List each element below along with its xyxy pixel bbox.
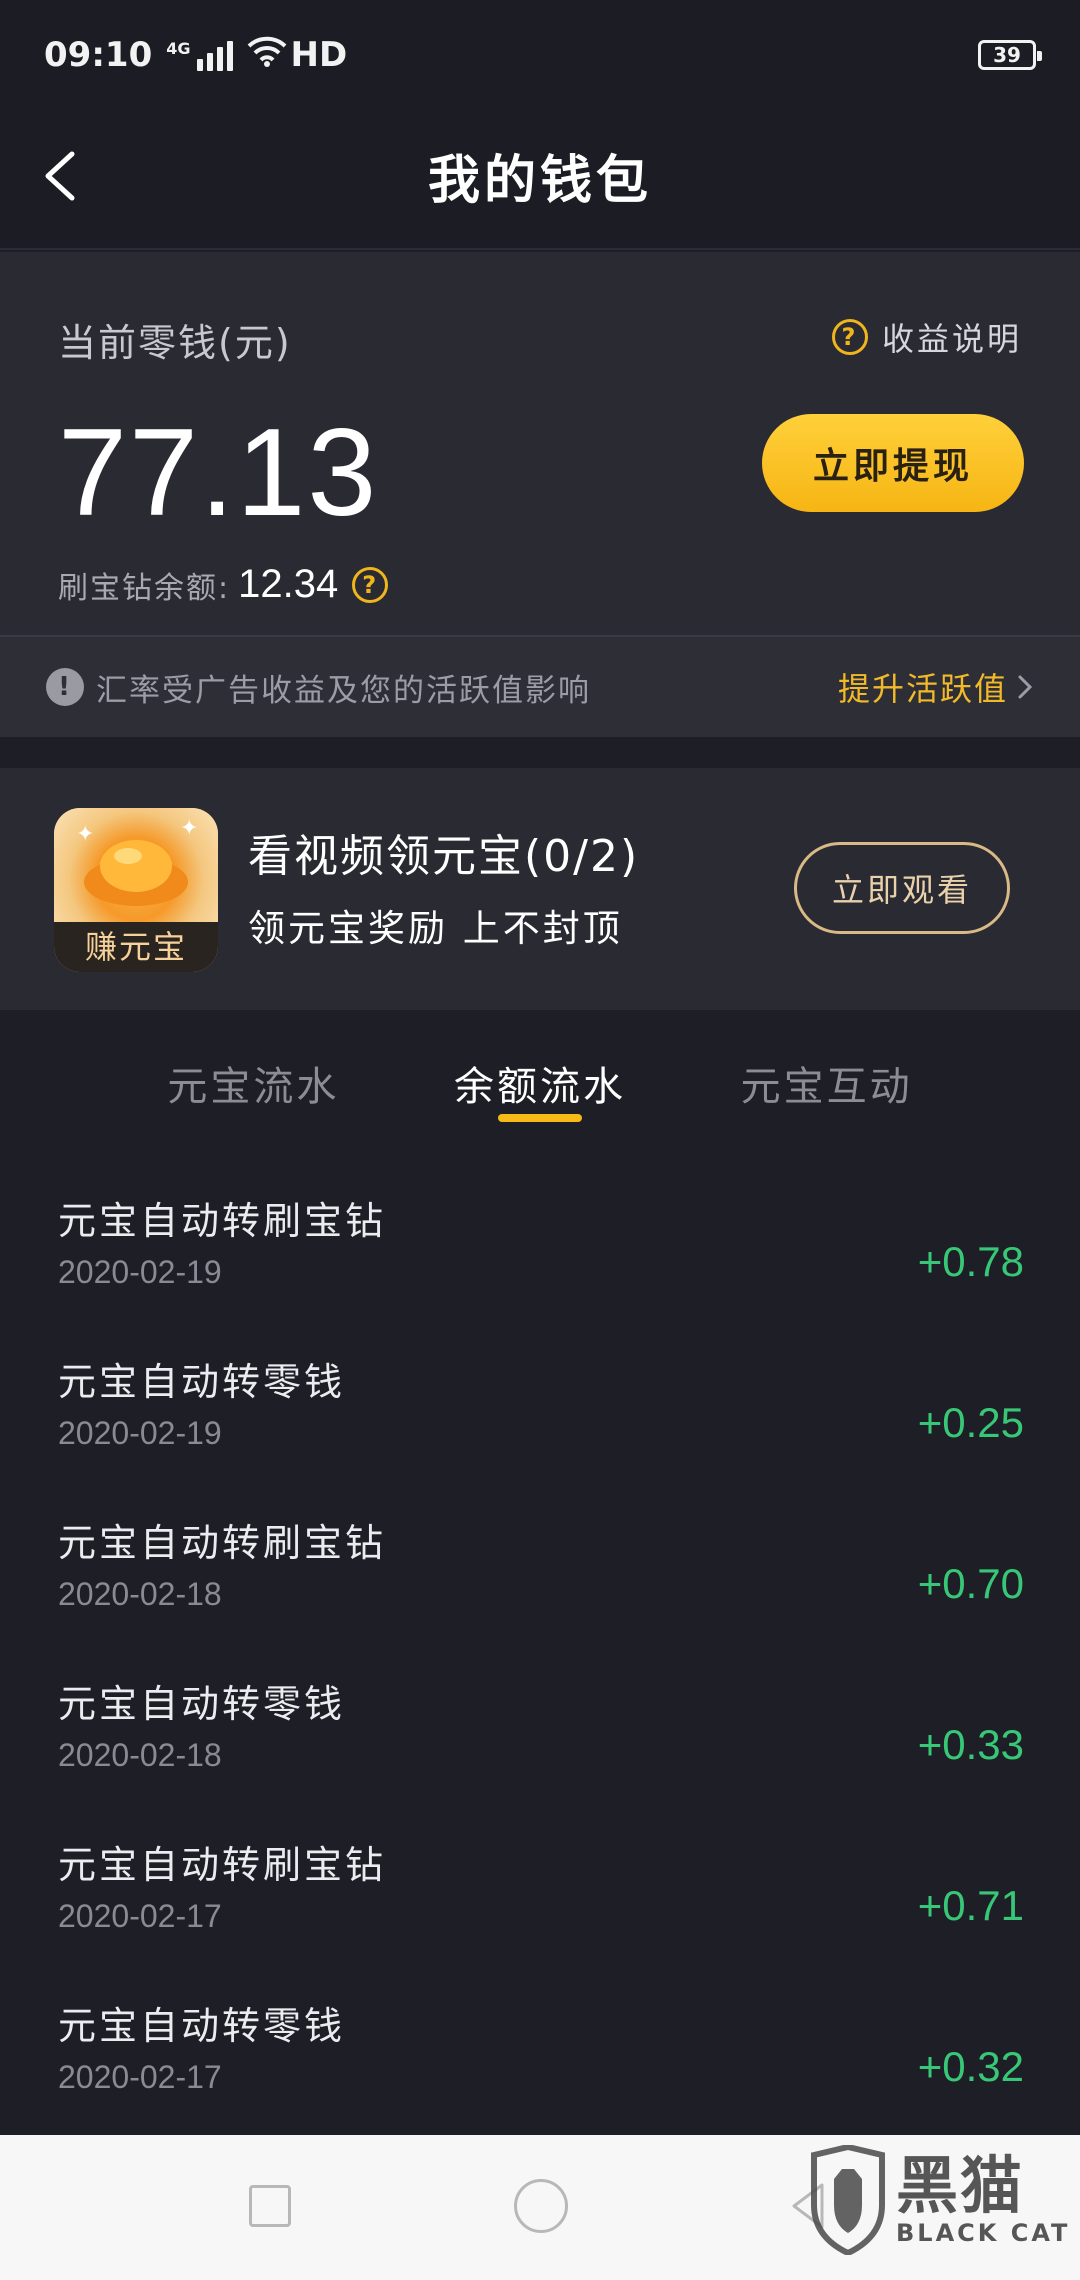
- notice-text: 汇率受广告收益及您的活跃值影响: [96, 672, 591, 709]
- promo-description: 领元宝奖励 上不封顶: [248, 907, 623, 950]
- earnings-help-label: 收益说明: [881, 320, 1022, 358]
- diamond-balance-row: 刷宝钻余额: 12.34 ?: [58, 562, 389, 607]
- diamond-balance-value: 12.34: [238, 562, 339, 606]
- earnings-help-link[interactable]: ? 收益说明: [831, 314, 1022, 360]
- recent-apps-button[interactable]: [249, 2185, 291, 2227]
- boost-activity-label: 提升活跃值: [837, 670, 1008, 708]
- list-item: 元宝自动转刷宝钻 2020-02-17 +0.71: [0, 1814, 1080, 1975]
- page-title: 我的钱包: [427, 151, 652, 211]
- transaction-amount: +0.33: [917, 1721, 1024, 1768]
- status-time: 09:10: [44, 35, 153, 75]
- watch-now-button[interactable]: 立即观看: [794, 842, 1010, 934]
- diamond-balance-label: 刷宝钻余额:: [58, 570, 231, 606]
- history-tabs: 元宝流水 余额流水 元宝互动: [0, 1010, 1080, 1160]
- question-icon: ?: [831, 319, 868, 355]
- list-item: 元宝自动转零钱 2020-02-17 +0.32: [0, 1975, 1080, 2136]
- top-nav: 我的钱包: [0, 110, 1080, 250]
- watermark-en: BLACK CAT: [896, 2219, 1071, 2247]
- transaction-date: 2020-02-19: [58, 1254, 222, 1290]
- tab-balance-flow[interactable]: 余额流水: [454, 1010, 626, 1160]
- wallet-screen: 09:10 4G HD 39 我的钱包 当前零钱(元) ? 收益说明 77.13…: [0, 0, 1080, 2280]
- transaction-description: 元宝自动转刷宝钻: [58, 1199, 387, 1243]
- boost-activity-link[interactable]: 提升活跃值: [838, 664, 1034, 710]
- wifi-icon: [247, 35, 287, 76]
- tab-label: 元宝互动: [740, 1064, 913, 1110]
- transaction-date: 2020-02-18: [58, 1737, 222, 1773]
- watermark-logo: 黑猫 BLACK CAT: [808, 2145, 1070, 2255]
- system-navigation-bar: 黑猫 BLACK CAT: [0, 2135, 1080, 2280]
- sparkle-icon: ✦: [76, 822, 95, 847]
- tab-label: 元宝流水: [167, 1064, 340, 1110]
- transaction-amount: +0.25: [917, 1399, 1024, 1446]
- list-item: 元宝自动转刷宝钻 2020-02-18 +0.70: [0, 1492, 1080, 1653]
- transaction-date: 2020-02-18: [58, 1576, 222, 1612]
- watermark-cn: 黑猫: [896, 2149, 1025, 2222]
- list-item: 元宝自动转零钱 2020-02-19 +0.25: [0, 1331, 1080, 1492]
- tab-ingot-flow[interactable]: 元宝流水: [167, 1010, 339, 1160]
- tab-ingot-interaction[interactable]: 元宝互动: [741, 1010, 913, 1160]
- transaction-list: 元宝自动转刷宝钻 2020-02-19 +0.78 元宝自动转零钱 2020-0…: [0, 1170, 1080, 2136]
- transaction-description: 元宝自动转零钱: [58, 2004, 346, 2048]
- watermark-text: 黑猫 BLACK CAT: [896, 2149, 1071, 2248]
- sparkle-icon: ✦: [180, 816, 199, 841]
- list-item: 元宝自动转刷宝钻 2020-02-19 +0.78: [0, 1170, 1080, 1331]
- transaction-amount: +0.32: [917, 2043, 1024, 2090]
- balance-amount: 77.13: [58, 404, 379, 542]
- battery-icon: 39: [978, 40, 1042, 70]
- transaction-description: 元宝自动转零钱: [58, 1682, 346, 1726]
- earn-ingot-tag: 赚元宝: [54, 922, 218, 972]
- transaction-description: 元宝自动转刷宝钻: [58, 1521, 387, 1565]
- gold-ingot-icon: ✦ ✦ 赚元宝: [54, 808, 218, 972]
- wallet-card: 当前零钱(元) ? 收益说明 77.13 立即提现 刷宝钻余额: 12.34 ?…: [0, 252, 1080, 737]
- transaction-amount: +0.71: [917, 1882, 1024, 1929]
- list-item: 元宝自动转零钱 2020-02-18 +0.33: [0, 1653, 1080, 1814]
- transaction-date: 2020-02-19: [58, 1415, 222, 1451]
- transaction-description: 元宝自动转零钱: [58, 1360, 346, 1404]
- tab-label: 余额流水: [453, 1064, 626, 1110]
- question-icon[interactable]: ?: [352, 566, 389, 603]
- home-button[interactable]: [514, 2179, 568, 2233]
- hd-indicator: HD: [290, 35, 348, 75]
- transaction-date: 2020-02-17: [58, 1898, 222, 1934]
- transaction-description: 元宝自动转刷宝钻: [58, 1843, 387, 1887]
- chevron-right-icon: [1018, 675, 1033, 699]
- status-bar: 09:10 4G HD 39: [0, 0, 1080, 110]
- transaction-date: 2020-02-17: [58, 2059, 222, 2095]
- promo-title: 看视频领元宝(0/2): [248, 831, 640, 882]
- withdraw-button[interactable]: 立即提现: [762, 414, 1024, 512]
- exclamation-icon: !: [46, 668, 84, 706]
- active-tab-indicator: [497, 1114, 582, 1122]
- transaction-amount: +0.70: [917, 1560, 1024, 1607]
- video-reward-banner: ✦ ✦ 赚元宝 看视频领元宝(0/2) 领元宝奖励 上不封顶 立即观看: [0, 768, 1080, 1010]
- balance-label: 当前零钱(元): [58, 321, 292, 365]
- cat-shield-icon: [811, 2145, 885, 2255]
- transaction-amount: +0.78: [917, 1238, 1024, 1285]
- cellular-signal-icon: 4G: [166, 39, 233, 71]
- exchange-rate-notice: ! 汇率受广告收益及您的活跃值影响 提升活跃值: [0, 635, 1080, 737]
- network-type: 4G: [166, 39, 191, 58]
